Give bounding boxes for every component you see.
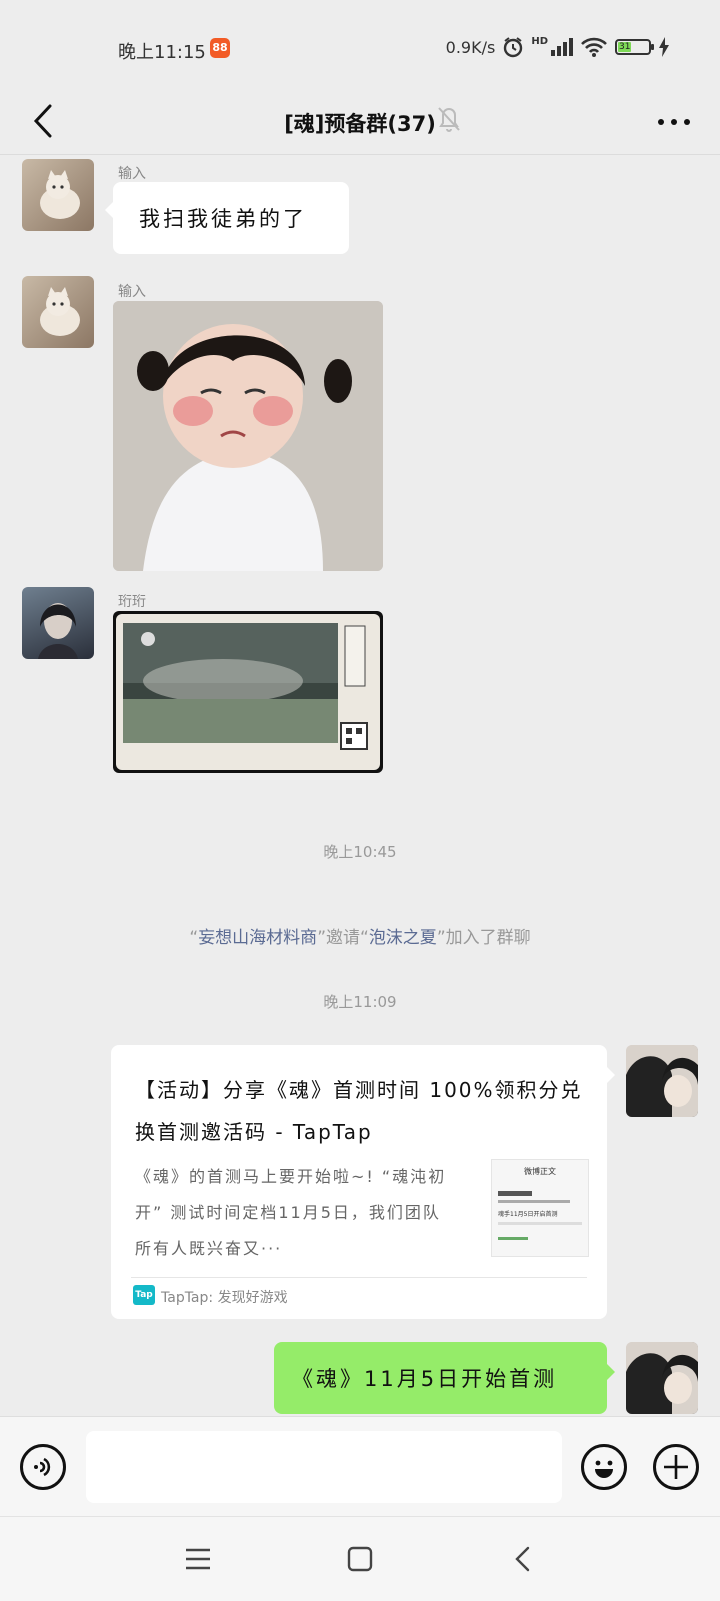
link-card-divider	[131, 1277, 587, 1278]
hd-label: HD	[531, 36, 548, 47]
system-nav-bar	[0, 1516, 720, 1601]
link-card-description: 《魂》的首测马上要开始啦~! “魂沌初开” 测试时间定档11月5日，我们团队所有…	[135, 1167, 447, 1258]
more-options-button[interactable]	[656, 112, 692, 132]
avatar[interactable]	[626, 1342, 698, 1414]
sender-name: 输入	[118, 284, 146, 300]
thumbnail-title: 微博正文	[524, 1167, 556, 1176]
avatar[interactable]	[22, 276, 94, 348]
system-suffix: 加入了群聊	[445, 928, 531, 948]
app-notification-icon: 88	[210, 38, 230, 58]
thumbnail-line: 魂手11月5日开启首测	[498, 1211, 558, 1218]
avatar[interactable]	[626, 1045, 698, 1117]
wifi-icon	[581, 37, 607, 57]
network-speed: 0.9K/s	[445, 37, 496, 57]
signal-icon	[551, 38, 573, 56]
system-verb: 邀请	[326, 928, 360, 948]
avatar[interactable]	[22, 587, 94, 659]
plus-icon	[664, 1455, 688, 1479]
bell-off-icon	[438, 107, 460, 132]
status-time: 晚上11:15	[118, 42, 206, 63]
time-separator: 晚上10:45	[323, 843, 397, 861]
taptap-logo: Tap	[133, 1285, 155, 1305]
page-title: [魂]预备群(37)	[284, 112, 436, 136]
link-card[interactable]: 【活动】分享《魂》首测时间 100%领积分兑换首测邀活码 - TapTap 《魂…	[111, 1045, 615, 1319]
alarm-icon	[504, 37, 523, 58]
message-text: 我扫我徒弟的了	[139, 207, 307, 231]
message-bubble[interactable]: 我扫我徒弟的了	[105, 182, 349, 254]
system-message: “妄想山海材料商”邀请“泡沫之夏”加入了群聊	[189, 928, 531, 948]
chat-header: [魂]预备群(37)	[0, 90, 720, 155]
sticker-image[interactable]	[113, 301, 383, 571]
emoji-icon	[595, 1460, 613, 1478]
menu-icon[interactable]	[178, 1539, 218, 1579]
status-bar: 晚上11:15 88 0.9K/s HD 31	[0, 0, 720, 90]
avatar[interactable]	[22, 159, 94, 231]
message-input[interactable]	[86, 1431, 562, 1503]
message-bubble[interactable]: 《魂》11月5日开始首测	[274, 1342, 615, 1414]
link-card-title: 【活动】分享《魂》首测时间 100%领积分兑换首测邀活码 - TapTap	[135, 1078, 583, 1144]
sender-name: 输入	[118, 166, 146, 182]
plus-button[interactable]	[653, 1444, 699, 1490]
inviter-name[interactable]: 妄想山海材料商	[198, 928, 317, 948]
time-separator: 晚上11:09	[323, 993, 397, 1011]
input-bar	[0, 1416, 720, 1517]
back-icon[interactable]	[504, 1539, 544, 1579]
link-card-thumbnail: 微博正文 魂手11月5日开启首测	[491, 1159, 589, 1257]
invitee-name[interactable]: 泡沫之夏	[369, 928, 437, 948]
link-card-source: TapTap: 发现好游戏	[161, 1290, 288, 1306]
battery-icon: 31	[615, 39, 654, 55]
sender-name: 珩珩	[118, 594, 146, 610]
game-screenshot-image[interactable]	[113, 611, 383, 773]
message-text: 《魂》11月5日开始首测	[292, 1367, 558, 1391]
status-indicators: 0.9K/s HD 31	[446, 36, 670, 58]
chat-message-list[interactable]: 输入 我扫我徒弟的了 输入 珩珩 晚上10:45 “妄想山海材料商”邀请“泡沫之…	[0, 155, 720, 1415]
charging-icon	[659, 37, 669, 57]
emoji-button[interactable]	[581, 1444, 627, 1490]
home-icon[interactable]	[340, 1539, 380, 1579]
battery-level: 31	[618, 42, 632, 52]
voice-button[interactable]	[20, 1444, 66, 1490]
voice-icon	[34, 1457, 51, 1477]
